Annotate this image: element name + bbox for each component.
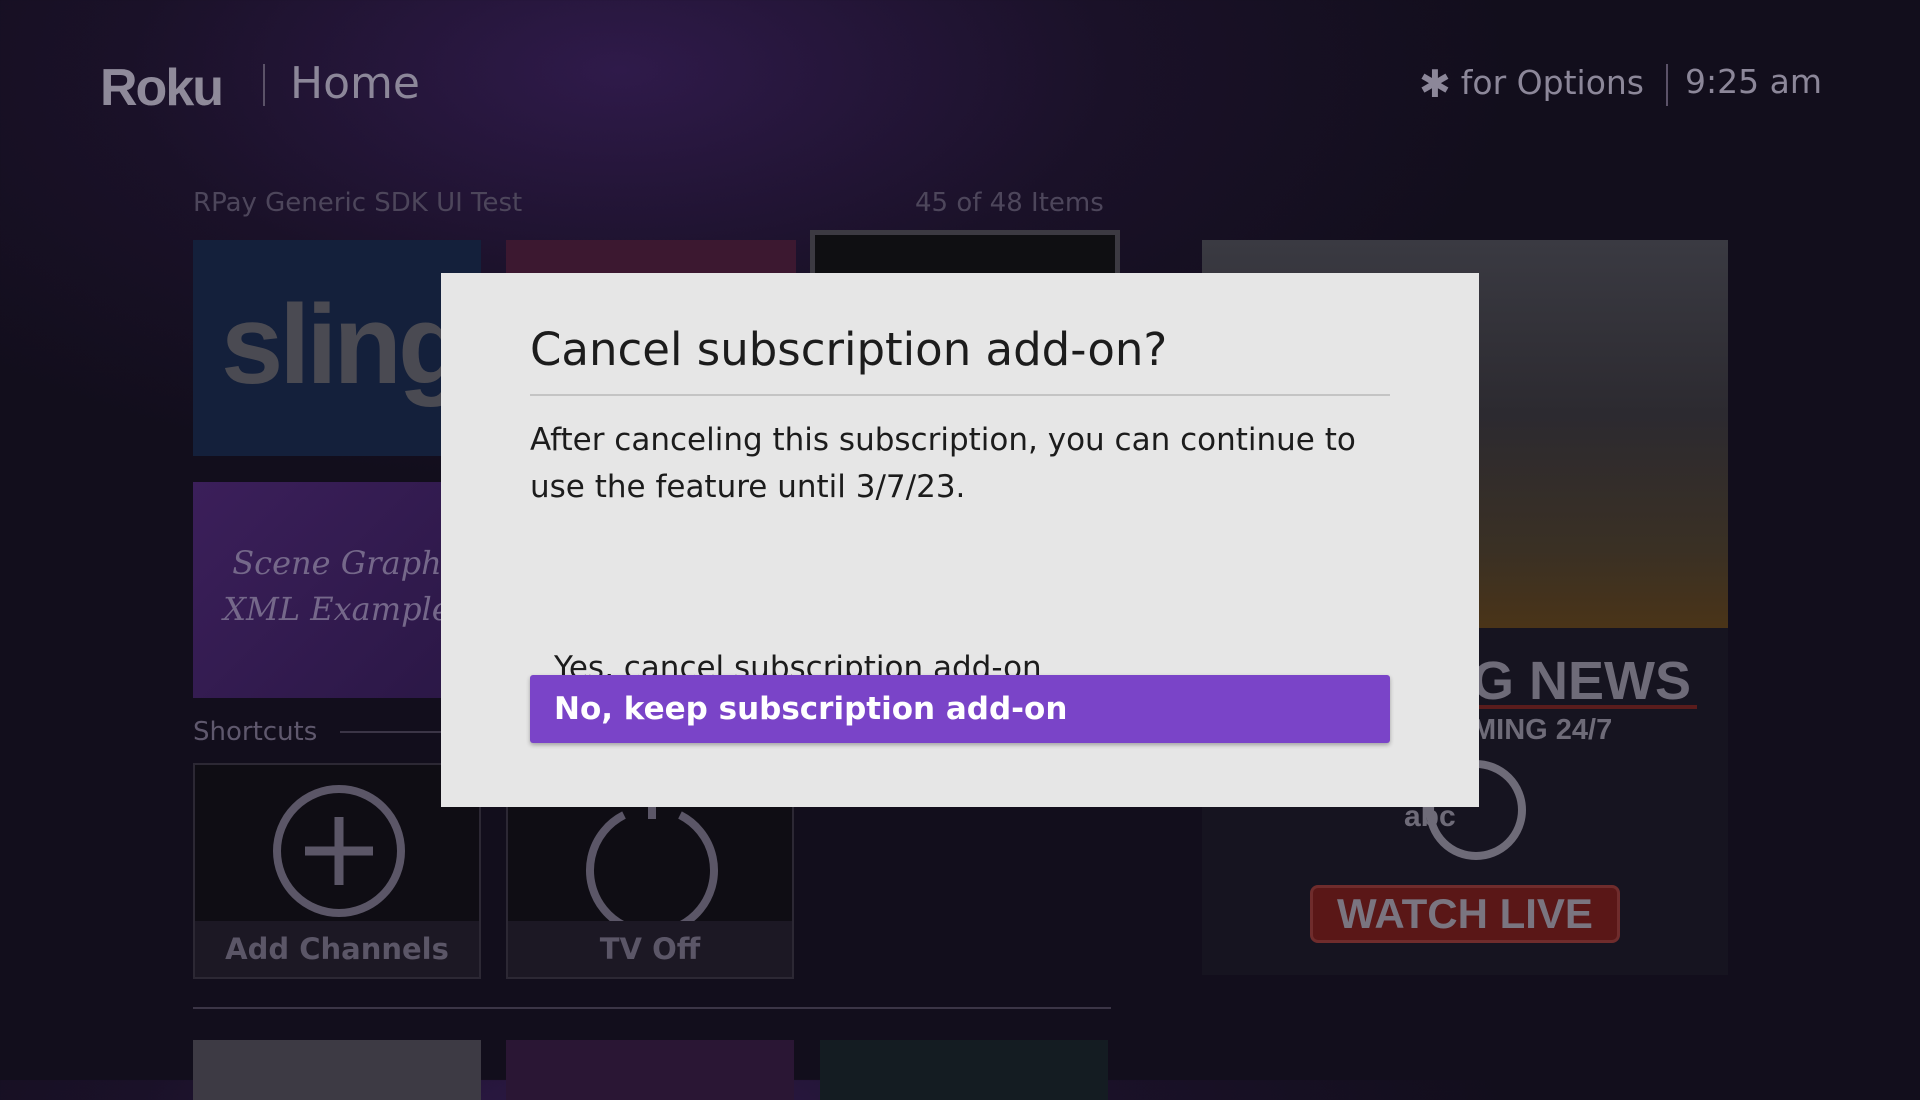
roku-logo: Roku (100, 59, 224, 117)
asterisk-icon: ✱ (1418, 62, 1451, 106)
promo-subline: MING 24/7 (1472, 714, 1613, 746)
plus-circle-icon (273, 785, 405, 917)
channel-tile[interactable] (820, 1040, 1108, 1100)
channel-tile[interactable] (506, 1040, 794, 1100)
sling-channel-tile[interactable]: sling (193, 240, 481, 456)
sling-logo: sling (221, 282, 466, 407)
header-divider-right (1666, 64, 1668, 106)
dialog-body: After canceling this subscription, you c… (530, 422, 1356, 505)
add-channels-shortcut[interactable]: Add Channels (193, 763, 481, 979)
dialog-divider (530, 394, 1390, 396)
channel-tile[interactable] (193, 1040, 481, 1100)
promo-headline: G NEWS (1472, 651, 1692, 711)
options-hint-label: for Options (1460, 63, 1644, 102)
scene-graph-line2: XML Example (223, 590, 451, 628)
clock: 9:25 am (1685, 62, 1822, 101)
watch-live-button[interactable]: WATCH LIVE (1310, 885, 1620, 943)
page-title: Home (290, 58, 420, 109)
promo-underline (1472, 705, 1697, 709)
keep-add-on-button[interactable]: No, keep subscription add-on (530, 675, 1390, 743)
scene-graph-line1: Scene Graph (232, 544, 442, 582)
header-divider (263, 64, 265, 106)
options-hint: ✱ for Options (1419, 62, 1644, 106)
add-channels-label: Add Channels (195, 921, 479, 977)
row-divider (193, 1007, 1111, 1009)
dialog-title: Cancel subscription add-on? (530, 323, 1168, 376)
row-item-count: 45 of 48 Items (915, 188, 1104, 218)
shortcuts-heading: Shortcuts (193, 717, 318, 747)
cancel-subscription-dialog: Cancel subscription add-on? After cancel… (441, 273, 1479, 807)
row-title: RPay Generic SDK UI Test (193, 188, 523, 218)
tv-off-label: TV Off (508, 921, 792, 977)
scene-graph-tile[interactable]: Scene Graph XML Example (193, 482, 481, 698)
scene-graph-label: Scene Graph XML Example (193, 540, 481, 632)
